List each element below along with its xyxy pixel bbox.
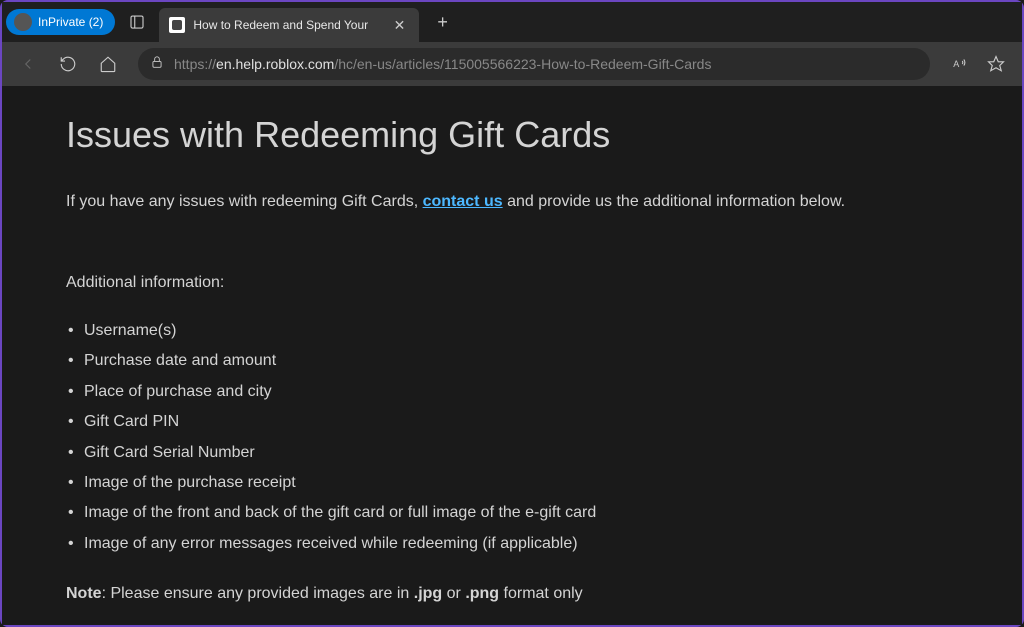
svg-text:A: A (953, 59, 959, 69)
list-item: Place of purchase and city (84, 377, 958, 407)
tab-title: How to Redeem and Spend Your (193, 18, 381, 32)
additional-info-label: Additional information: (66, 274, 958, 292)
page-heading: Issues with Redeeming Gift Cards (66, 114, 958, 156)
back-button[interactable] (12, 48, 44, 80)
new-tab-button[interactable]: + (427, 8, 458, 37)
note-paragraph: Note: Please ensure any provided images … (66, 585, 958, 603)
list-item: Image of the purchase receipt (84, 468, 958, 498)
address-bar[interactable]: https://en.help.roblox.com/hc/en-us/arti… (138, 48, 930, 80)
favorites-button[interactable] (980, 48, 1012, 80)
browser-tab[interactable]: How to Redeem and Spend Your ✕ (159, 8, 419, 42)
lock-icon (150, 55, 164, 74)
browser-titlebar: InPrivate (2) How to Redeem and Spend Yo… (2, 2, 1022, 42)
browser-toolbar: https://en.help.roblox.com/hc/en-us/arti… (2, 42, 1022, 86)
list-item: Username(s) (84, 316, 958, 346)
inprivate-label: InPrivate (2) (38, 15, 103, 29)
page-content: Issues with Redeeming Gift Cards If you … (2, 86, 1022, 625)
inprivate-indicator[interactable]: InPrivate (2) (6, 9, 115, 35)
list-item: Purchase date and amount (84, 346, 958, 376)
tab-favicon-icon (169, 17, 185, 33)
info-list: Username(s) Purchase date and amount Pla… (66, 316, 958, 559)
tab-close-icon[interactable]: ✕ (390, 15, 410, 36)
url-display: https://en.help.roblox.com/hc/en-us/arti… (174, 56, 711, 72)
list-item: Image of any error messages received whi… (84, 529, 958, 559)
refresh-button[interactable] (52, 48, 84, 80)
tab-actions-icon[interactable] (123, 8, 151, 36)
read-aloud-button[interactable]: A (944, 48, 976, 80)
list-item: Image of the front and back of the gift … (84, 498, 958, 528)
list-item: Gift Card Serial Number (84, 438, 958, 468)
intro-paragraph: If you have any issues with redeeming Gi… (66, 190, 958, 214)
list-item: Gift Card PIN (84, 407, 958, 437)
home-button[interactable] (92, 48, 124, 80)
contact-us-link[interactable]: contact us (423, 193, 503, 210)
